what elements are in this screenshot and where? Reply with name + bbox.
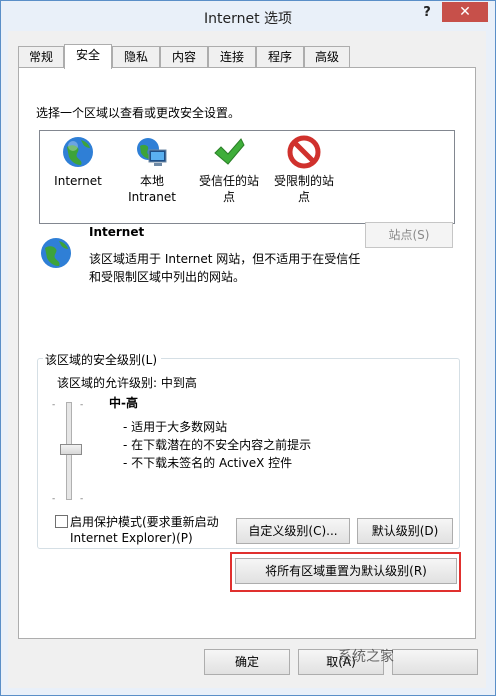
dialog-client: 常规 安全 隐私 内容 连接 程序 高级 选择一个区域以查看或更改安全设置。 I… xyxy=(8,31,486,688)
security-level-slider-thumb[interactable] xyxy=(60,444,82,455)
select-zone-instruction: 选择一个区域以查看或更改安全设置。 xyxy=(36,106,241,120)
zone-description-line2: 和受限制区域中列出的网站。 xyxy=(89,270,246,284)
slider-tick: - xyxy=(52,400,56,410)
zone-internet[interactable]: Internet xyxy=(42,135,114,189)
zone-label-line1: Internet xyxy=(54,174,102,188)
tab-general[interactable]: 常规 xyxy=(18,46,64,68)
allowed-level-text: 该区域的允许级别: 中到高 xyxy=(57,376,197,390)
zone-local-intranet[interactable]: 本地 Intranet xyxy=(116,135,188,205)
custom-level-button[interactable]: 自定义级别(C)... xyxy=(236,518,350,544)
slider-tick: - xyxy=(52,494,56,504)
close-button[interactable]: ✕ xyxy=(442,2,488,22)
intranet-icon xyxy=(135,135,169,169)
security-panel: 选择一个区域以查看或更改安全设置。 Internet 本地 Intranet 受… xyxy=(18,67,476,639)
zone-label-line2: 点 xyxy=(297,190,310,204)
protected-mode-label-line2: Internet Explorer)(P) xyxy=(70,531,193,545)
watermark: 系统之家 xyxy=(338,649,394,665)
level-bullet: - 适用于大多数网站 xyxy=(123,420,228,434)
zone-label-line2: 点 xyxy=(222,190,235,204)
tab-advanced[interactable]: 高级 xyxy=(304,46,350,68)
sites-button[interactable]: 站点(S) xyxy=(365,222,453,248)
zone-label-line1: 本地 xyxy=(139,174,164,188)
tab-security[interactable]: 安全 xyxy=(64,44,112,69)
zone-restricted-sites[interactable]: 受限制的站 点 xyxy=(268,135,340,205)
title-bar: Internet 选项 ? ✕ xyxy=(1,1,495,31)
apply-button[interactable] xyxy=(392,649,478,675)
level-bullet: - 在下载潜在的不安全内容之前提示 xyxy=(123,438,312,452)
dialog-window: Internet 选项 ? ✕ 常规 安全 隐私 内容 连接 程序 高级 选择一… xyxy=(0,0,496,696)
default-level-button[interactable]: 默认级别(D) xyxy=(357,518,453,544)
security-level-legend: 该区域的安全级别(L) xyxy=(43,351,162,368)
green-check-icon xyxy=(212,135,246,169)
protected-mode-checkbox[interactable] xyxy=(55,515,68,528)
zone-description-line1: 该区域适用于 Internet 网站，但不适用于在受信任 xyxy=(89,252,361,266)
tab-connections[interactable]: 连接 xyxy=(208,46,256,68)
selected-zone-icon xyxy=(39,236,73,273)
globe-icon xyxy=(61,135,95,169)
level-bullet: - 不下载未签名的 ActiveX 控件 xyxy=(123,456,293,470)
red-prohibited-icon xyxy=(287,135,321,169)
protected-mode-label-line1: 启用保护模式(要求重新启动 xyxy=(70,515,219,529)
selected-zone-name: Internet xyxy=(89,225,145,239)
zone-trusted-sites[interactable]: 受信任的站 点 xyxy=(193,135,265,205)
help-button[interactable]: ? xyxy=(415,3,439,23)
ok-button[interactable]: 确定 xyxy=(204,649,290,675)
zone-list: Internet 本地 Intranet 受信任的站 点 受限制的站 点 xyxy=(39,130,455,224)
reset-all-zones-button[interactable]: 将所有区域重置为默认级别(R) xyxy=(235,558,457,584)
slider-tick: - xyxy=(80,400,84,410)
zone-label-line2: Intranet xyxy=(128,190,176,204)
zone-label-line1: 受限制的站 xyxy=(273,174,334,188)
tab-privacy[interactable]: 隐私 xyxy=(112,46,160,68)
tab-programs[interactable]: 程序 xyxy=(256,46,304,68)
slider-tick: - xyxy=(80,494,84,504)
zone-label-line1: 受信任的站 xyxy=(198,174,259,188)
security-level-name: 中-高 xyxy=(109,396,138,410)
tab-content[interactable]: 内容 xyxy=(160,46,208,68)
